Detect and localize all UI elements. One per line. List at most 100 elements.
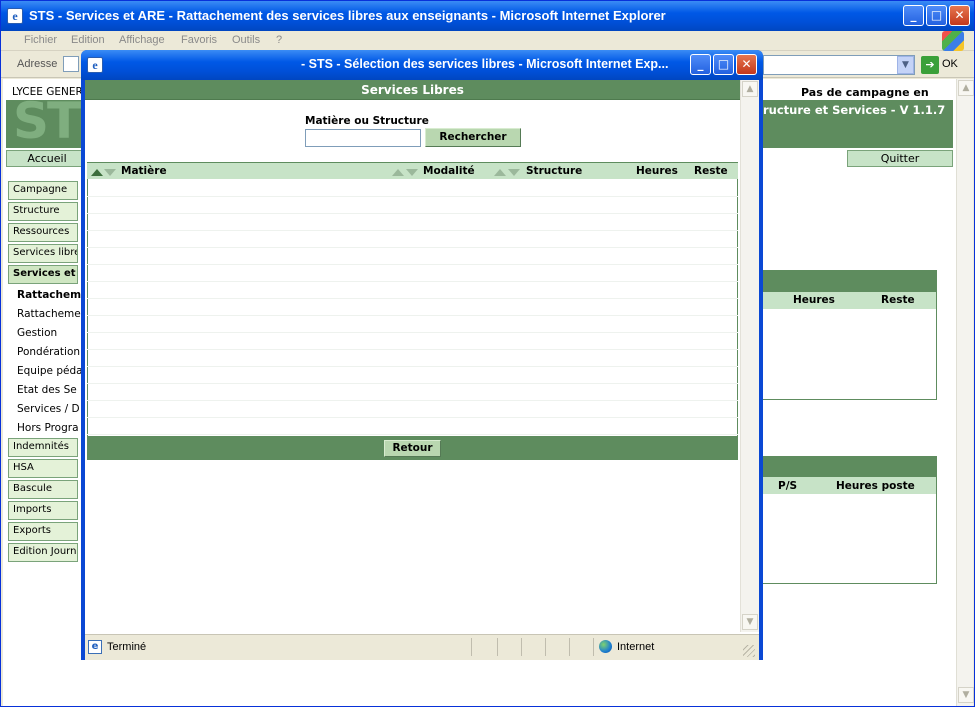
col-matiere[interactable]: Matière bbox=[121, 165, 167, 177]
menu-favoris[interactable]: Favoris bbox=[181, 34, 217, 46]
address-input[interactable] bbox=[763, 55, 915, 75]
nav-services-et-are[interactable]: Services et A bbox=[8, 265, 78, 284]
main-scroll-up-icon[interactable]: ▲ bbox=[958, 80, 974, 96]
go-arrow-icon[interactable]: ➔ bbox=[921, 56, 939, 74]
go-button[interactable]: OK bbox=[942, 58, 958, 70]
col-reste: Reste bbox=[694, 165, 728, 177]
popup-window: e - STS - Sélection des services libres … bbox=[81, 50, 763, 660]
app-title: ructure et Services - V 1.1.7 bbox=[763, 103, 946, 117]
subnav-rattachement-2[interactable]: Rattacheme bbox=[17, 308, 83, 320]
bg-table2-ps: P/S bbox=[778, 480, 798, 492]
popup-maximize-button[interactable]: □ bbox=[713, 54, 734, 75]
nav-ressources[interactable]: Ressources bbox=[8, 223, 78, 242]
menu-affichage[interactable]: Affichage bbox=[119, 34, 165, 46]
resize-grip-icon[interactable] bbox=[743, 645, 755, 657]
popup-header: Services Libres bbox=[85, 80, 740, 100]
minimize-button[interactable]: _ bbox=[903, 5, 924, 26]
table-row bbox=[87, 315, 738, 316]
table-row bbox=[87, 281, 738, 282]
table-row bbox=[87, 196, 738, 197]
page-icon bbox=[63, 56, 79, 72]
menu-help[interactable]: ? bbox=[276, 34, 282, 46]
table-row bbox=[87, 264, 738, 265]
popup-title-bar: e - STS - Sélection des services libres … bbox=[81, 50, 763, 80]
nav-hsa[interactable]: HSA bbox=[8, 459, 78, 478]
subnav-ponderation[interactable]: Pondération bbox=[17, 346, 83, 358]
nav-exports[interactable]: Exports bbox=[8, 522, 78, 541]
tab-accueil[interactable]: Accueil bbox=[6, 150, 88, 167]
popup-minimize-button[interactable]: _ bbox=[690, 54, 711, 75]
table-row bbox=[87, 434, 738, 435]
popup-scrollbar[interactable]: ▲ ▼ bbox=[740, 80, 759, 632]
table-row bbox=[87, 400, 738, 401]
main-scroll-down-icon[interactable]: ▼ bbox=[958, 687, 974, 703]
sort-asc-structure-icon[interactable] bbox=[494, 167, 506, 179]
table-row bbox=[87, 417, 738, 418]
sts-logo: ST bbox=[13, 92, 81, 150]
table-row bbox=[87, 383, 738, 384]
status-page-icon: e bbox=[88, 640, 102, 654]
background-table-2: P/S Heures poste bbox=[761, 456, 937, 584]
maximize-button[interactable]: □ bbox=[926, 5, 947, 26]
status-zone: Internet bbox=[617, 641, 655, 653]
table-row bbox=[87, 349, 738, 350]
table-row bbox=[87, 213, 738, 214]
subnav-rattachement-1[interactable]: Rattacheme bbox=[17, 289, 83, 301]
col-heures: Heures bbox=[636, 165, 678, 177]
col-modalite[interactable]: Modalité bbox=[423, 165, 475, 177]
search-button[interactable]: Rechercher bbox=[425, 128, 521, 147]
col-structure[interactable]: Structure bbox=[526, 165, 582, 177]
subnav-equipe[interactable]: Equipe péda bbox=[17, 365, 83, 377]
popup-close-button[interactable]: ✕ bbox=[736, 54, 757, 75]
bg-table1-reste: Reste bbox=[881, 294, 915, 306]
table-row bbox=[87, 230, 738, 231]
nav-indemnites[interactable]: Indemnités bbox=[8, 438, 78, 457]
table-row bbox=[87, 366, 738, 367]
main-title-bar: e STS - Services et ARE - Rattachement d… bbox=[1, 1, 974, 31]
internet-globe-icon bbox=[599, 640, 612, 653]
popup-status-bar: e Terminé Internet bbox=[85, 634, 759, 660]
close-button[interactable]: ✕ bbox=[949, 5, 970, 26]
menu-bar: Fichier Edition Affichage Favoris Outils… bbox=[1, 31, 974, 51]
subnav-etat[interactable]: Etat des Se bbox=[17, 384, 83, 396]
address-dropdown-icon[interactable]: ▼ bbox=[897, 56, 914, 74]
popup-scroll-down-icon[interactable]: ▼ bbox=[742, 614, 758, 630]
subnav-hors-prog[interactable]: Hors Progra bbox=[17, 422, 83, 434]
address-label: Adresse bbox=[17, 58, 58, 70]
nav-structure[interactable]: Structure bbox=[8, 202, 78, 221]
table-row bbox=[87, 332, 738, 333]
popup-scroll-up-icon[interactable]: ▲ bbox=[742, 81, 758, 97]
ie-icon: e bbox=[7, 8, 23, 24]
search-input[interactable] bbox=[305, 129, 421, 147]
nav-bascule[interactable]: Bascule bbox=[8, 480, 78, 499]
table-row bbox=[87, 247, 738, 248]
background-table-1: Heures Reste bbox=[761, 270, 937, 400]
results-table bbox=[87, 162, 738, 437]
table-row bbox=[87, 298, 738, 299]
popup-window-title: - STS - Sélection des services libres - … bbox=[301, 57, 669, 71]
menu-fichier[interactable]: Fichier bbox=[24, 34, 57, 46]
bg-table1-heures: Heures bbox=[793, 294, 835, 306]
subnav-services-d[interactable]: Services / D bbox=[17, 403, 83, 415]
sort-asc-modalite-icon[interactable] bbox=[392, 167, 404, 179]
nav-campagne[interactable]: Campagne bbox=[8, 181, 78, 200]
sort-desc-modalite-icon[interactable] bbox=[406, 167, 418, 179]
subnav-gestion[interactable]: Gestion bbox=[17, 327, 83, 339]
sort-asc-matiere-icon[interactable] bbox=[91, 167, 103, 179]
sort-desc-matiere-icon[interactable] bbox=[104, 167, 116, 179]
bg-table2-heures-poste: Heures poste bbox=[836, 480, 915, 492]
search-label: Matière ou Structure bbox=[305, 115, 429, 127]
windows-logo-icon bbox=[942, 31, 964, 51]
status-text: Terminé bbox=[107, 641, 147, 653]
popup-ie-icon: e bbox=[87, 57, 103, 73]
nav-services-libres[interactable]: Services libre bbox=[8, 244, 78, 263]
menu-outils[interactable]: Outils bbox=[232, 34, 260, 46]
sort-desc-structure-icon[interactable] bbox=[508, 167, 520, 179]
nav-imports[interactable]: Imports bbox=[8, 501, 78, 520]
back-button[interactable]: Retour bbox=[384, 440, 441, 457]
nav-edition-journ[interactable]: Edition Journ bbox=[8, 543, 78, 562]
main-scrollbar[interactable]: ▲ ▼ bbox=[956, 79, 974, 706]
menu-edition[interactable]: Edition bbox=[71, 34, 105, 46]
results-header-row: Matière Modalité Structure Heures Reste bbox=[87, 162, 738, 179]
tab-quitter[interactable]: Quitter bbox=[847, 150, 953, 167]
